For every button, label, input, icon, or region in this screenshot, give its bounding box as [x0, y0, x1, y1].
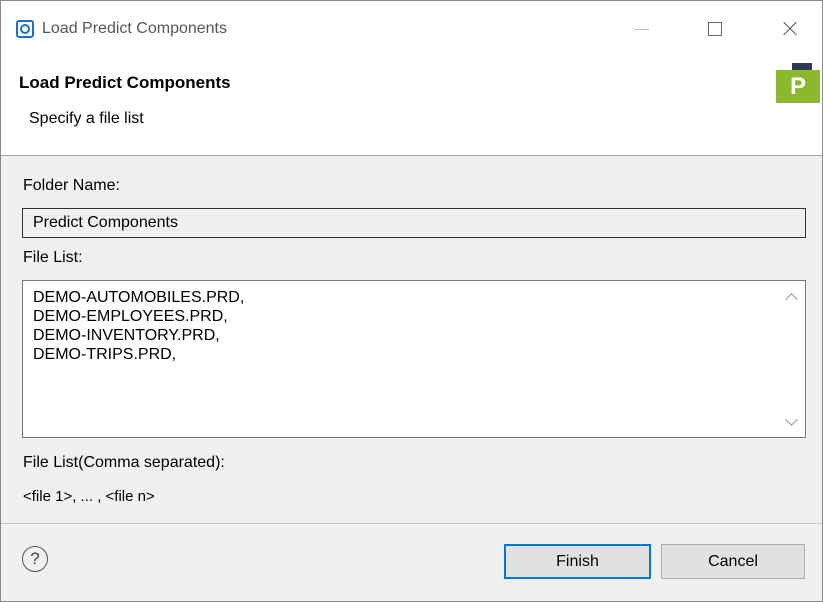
close-button[interactable] — [761, 1, 817, 55]
file-list-line: DEMO-EMPLOYEES.PRD, — [33, 308, 228, 325]
vertical-scrollbar[interactable] — [781, 281, 805, 437]
file-list-content: DEMO-AUTOMOBILES.PRD, DEMO-EMPLOYEES.PRD… — [33, 288, 244, 364]
folder-name-field[interactable]: Predict Components — [22, 208, 806, 238]
app-logo-icon — [16, 20, 34, 38]
file-list-label: File List: — [23, 249, 83, 266]
comma-separated-hint-label: File List(Comma separated): — [23, 454, 225, 471]
finish-button[interactable]: Finish — [504, 544, 651, 579]
scroll-down-icon[interactable] — [785, 413, 798, 426]
file-list-pattern-hint: <file 1>, ... , <file n> — [23, 488, 155, 505]
logo-accent-bar — [792, 63, 812, 70]
minimize-button[interactable] — [613, 1, 669, 55]
footer-divider — [1, 523, 822, 524]
cancel-button[interactable]: Cancel — [661, 544, 805, 579]
file-list-line: DEMO-TRIPS.PRD, — [33, 346, 177, 363]
file-list-line: DEMO-INVENTORY.PRD, — [33, 327, 220, 344]
title-bar: Load Predict Components — [1, 1, 822, 55]
product-logo-icon: P — [776, 63, 820, 103]
page-description: Specify a file list — [29, 110, 144, 127]
window-title: Load Predict Components — [42, 20, 227, 37]
logo-letter: P — [776, 70, 820, 103]
wizard-header: Load Predict Components Specify a file l… — [1, 55, 822, 156]
maximize-button[interactable] — [687, 1, 743, 55]
help-icon[interactable]: ? — [22, 546, 48, 572]
file-list-line: DEMO-AUTOMOBILES.PRD, — [33, 289, 245, 306]
scroll-up-icon[interactable] — [785, 293, 798, 306]
file-list-textarea[interactable]: DEMO-AUTOMOBILES.PRD, DEMO-EMPLOYEES.PRD… — [22, 280, 806, 438]
dialog-window: Load Predict Components Load Predict Com… — [0, 0, 823, 602]
folder-name-label: Folder Name: — [23, 177, 120, 194]
page-title: Load Predict Components — [19, 73, 231, 92]
